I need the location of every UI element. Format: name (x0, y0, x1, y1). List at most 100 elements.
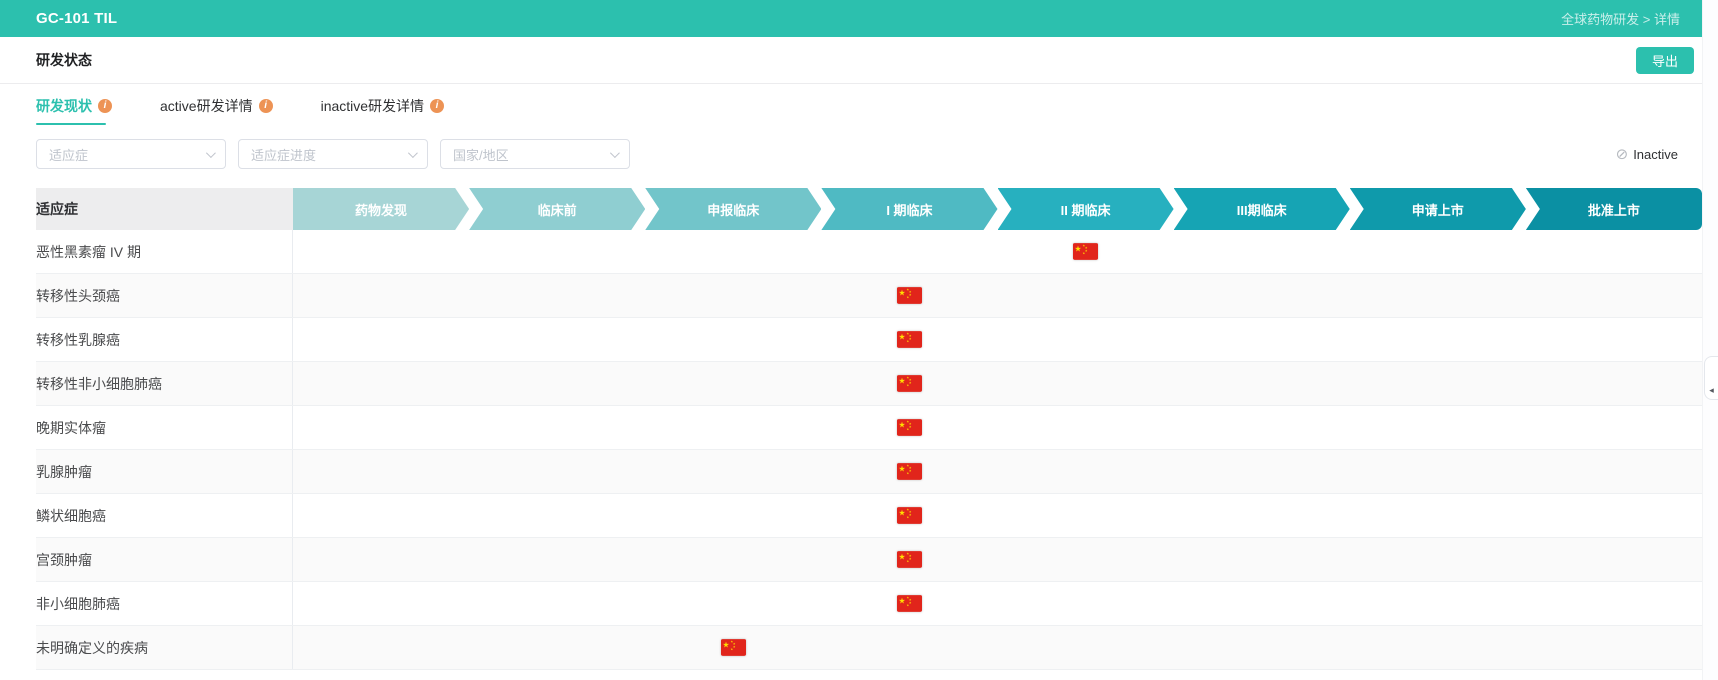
stage-header-8: 批准上市 (1525, 188, 1702, 230)
china-flag-icon[interactable] (896, 375, 922, 392)
table-row: 转移性非小细胞肺癌 (36, 362, 1702, 406)
stage-cell (821, 538, 997, 581)
info-icon[interactable]: i (98, 99, 112, 113)
stage-header-7: 申请上市 (1350, 188, 1526, 230)
stage-cell (1350, 274, 1526, 317)
chevron-left-icon: ◂ (1709, 385, 1714, 395)
stage-cell (293, 582, 469, 625)
chevron-down-icon (609, 147, 620, 158)
tab-current-rd-status[interactable]: 研发现状 i (36, 96, 112, 125)
stage-header-label: III期临床 (1236, 202, 1287, 218)
indication-label: 乳腺肿瘤 (36, 450, 293, 493)
stage-cell (998, 538, 1174, 581)
stage-header-label: 批准上市 (1587, 202, 1640, 218)
stage-cell (821, 406, 997, 449)
row-stages (293, 318, 1702, 361)
china-flag-icon[interactable] (896, 331, 922, 348)
inactive-toggle-label: Inactive (1633, 146, 1678, 162)
china-flag-icon[interactable] (896, 507, 922, 524)
stage-header-2: 临床前 (469, 188, 645, 230)
indication-select[interactable]: 适应症 (36, 139, 226, 169)
stage-cell (645, 538, 821, 581)
stage-cell (645, 230, 821, 273)
china-flag-icon[interactable] (896, 595, 922, 612)
stage-header-6: III期临床 (1174, 188, 1350, 230)
stage-cell (1526, 406, 1702, 449)
china-flag-icon[interactable] (1073, 243, 1099, 260)
indication-label: 宫颈肿瘤 (36, 538, 293, 581)
tab-label: 研发现状 (36, 98, 106, 125)
row-stages (293, 362, 1702, 405)
china-flag-icon[interactable] (896, 551, 922, 568)
tab-active-rd-details[interactable]: active研发详情 i (160, 96, 273, 125)
stage-cell (469, 494, 645, 537)
stage-cell (1350, 230, 1526, 273)
stage-cell (1174, 494, 1350, 537)
stage-cell (293, 230, 469, 273)
stage-cell (1526, 362, 1702, 405)
stage-cell (1174, 230, 1350, 273)
stage-cell (821, 274, 997, 317)
tabs: 研发现状 i active研发详情 i inactive研发详情 i (36, 96, 1702, 125)
table-body: 恶性黑素瘤 IV 期 转移性头颈癌 转移性乳腺癌 转移性非小细胞肺癌 晚期实体瘤… (36, 230, 1702, 670)
stage-cell (645, 362, 821, 405)
row-stages (293, 450, 1702, 493)
china-flag-icon[interactable] (896, 287, 922, 304)
stage-cell (821, 626, 997, 669)
tab-label: active研发详情 (160, 98, 253, 114)
country-region-select[interactable]: 国家/地区 (440, 139, 630, 169)
stage-cell (821, 450, 997, 493)
indication-label: 转移性头颈癌 (36, 274, 293, 317)
stage-cell (1174, 406, 1350, 449)
drug-detail-page: GC-101 TIL 全球药物研发 > 详情 研发状态 导出 研发现状 i ac… (0, 0, 1718, 680)
stage-cell (1174, 538, 1350, 581)
stage-cell (1350, 318, 1526, 361)
table-row: 晚期实体瘤 (36, 406, 1702, 450)
indication-label: 鳞状细胞癌 (36, 494, 293, 537)
china-flag-icon[interactable] (720, 639, 746, 656)
export-button[interactable]: 导出 (1636, 46, 1694, 74)
stage-cell (469, 450, 645, 493)
stage-header-1: 药物发现 (293, 188, 469, 230)
table-row: 非小细胞肺癌 (36, 582, 1702, 626)
info-icon[interactable]: i (258, 99, 273, 113)
table-row: 宫颈肿瘤 (36, 538, 1702, 582)
stage-cell (998, 582, 1174, 625)
table-row: 未明确定义的疾病 (36, 626, 1702, 670)
info-icon[interactable]: i (430, 99, 445, 113)
china-flag-icon[interactable] (896, 463, 922, 480)
stage-header-label: 申报临床 (707, 202, 760, 218)
stage-cell (293, 274, 469, 317)
table-row: 转移性头颈癌 (36, 274, 1702, 318)
stage-cell (1174, 626, 1350, 669)
stage-cell (821, 582, 997, 625)
stage-cell (1526, 230, 1702, 273)
stage-cell (998, 318, 1174, 361)
table-header: 适应症 药物发现 临床前 申报临床 I 期临床 II 期临床 III期临床 申请上市 批准上市 (36, 188, 1702, 230)
stage-cell (1174, 362, 1350, 405)
indication-progress-select[interactable]: 适应症进度 (238, 139, 428, 169)
stage-cell (1350, 626, 1526, 669)
stage-cell (293, 318, 469, 361)
stage-cell (1526, 582, 1702, 625)
tab-inactive-rd-details[interactable]: inactive研发详情 i (320, 96, 445, 125)
row-stages (293, 582, 1702, 625)
table-row: 鳞状细胞癌 (36, 494, 1702, 538)
top-bar: GC-101 TIL 全球药物研发 > 详情 (0, 0, 1702, 37)
stage-cell (645, 274, 821, 317)
china-flag-icon[interactable] (896, 419, 922, 436)
indication-label: 未明确定义的疾病 (36, 626, 293, 669)
stage-header-label: 临床前 (537, 202, 577, 218)
right-rail (1702, 0, 1718, 680)
tab-label: inactive研发详情 (320, 98, 425, 114)
breadcrumb[interactable]: 全球药物研发 > 详情 (1561, 9, 1680, 28)
collapse-panel-handle[interactable]: ◂ (1704, 356, 1718, 400)
stage-cell (1350, 362, 1526, 405)
stage-cell (1526, 450, 1702, 493)
inactive-filter-toggle[interactable]: ⊘ Inactive (1616, 147, 1686, 162)
stage-cell (1526, 538, 1702, 581)
row-stages (293, 406, 1702, 449)
rd-status-table: 适应症 药物发现 临床前 申报临床 I 期临床 II 期临床 III期临床 申请上市 批准上市… (36, 188, 1702, 670)
stage-cell (469, 274, 645, 317)
stage-cell (1174, 450, 1350, 493)
